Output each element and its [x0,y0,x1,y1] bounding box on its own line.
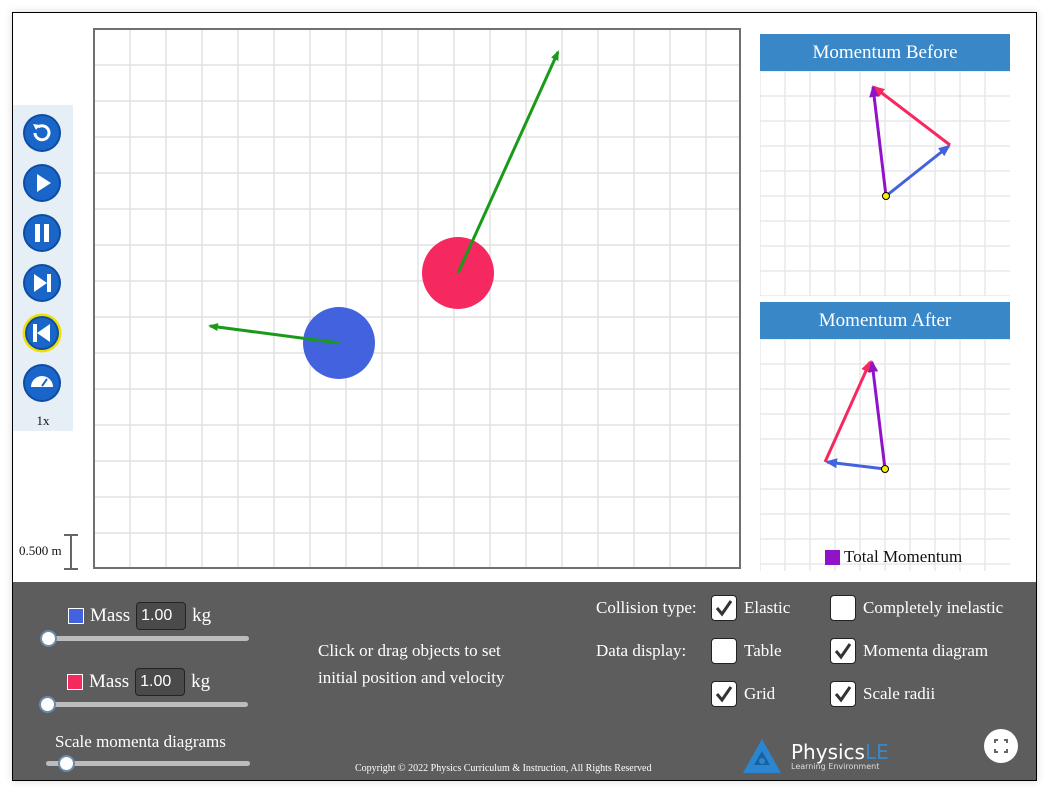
mass1-row: Mass kg [68,602,211,630]
mass2-slider[interactable] [39,696,248,713]
checkmark-icon [715,600,733,617]
simulation-svg [95,30,739,567]
main-grid [95,30,739,567]
after-red-momentum-arrow [823,360,872,463]
step-back-icon [22,313,62,353]
blue-swatch [68,608,84,624]
step-forward-icon [23,264,61,302]
before-total-momentum-arrow [869,85,888,197]
mass2-row: Mass kg [67,668,210,696]
elastic-checkbox[interactable] [711,595,737,621]
scale-momenta-slider-thumb[interactable] [58,755,75,772]
before-origin-dot [882,192,890,200]
logo-subtitle: Learning Environment [791,761,880,771]
scale-radii-checkbox[interactable] [830,681,856,707]
momentum-after-diagram: Momentum After [759,302,1010,571]
mass1-input[interactable] [136,602,187,630]
mass2-label: Mass [89,671,130,692]
table-label: Table [744,641,782,660]
instructions-line1: Click or drag objects to set [318,641,501,660]
momentum-after-title: Momentum After [760,302,1010,339]
after-total-momentum-arrow [868,360,887,470]
mass2-slider-thumb[interactable] [39,696,56,713]
play-icon [23,164,61,202]
logo-triangle-icon [743,739,781,773]
grid-checkbox[interactable] [711,681,737,707]
momentum-before-diagram: Momentum Before [759,34,1010,303]
control-panel: Mass kg Mass kg Scale momenta diagrams C… [13,582,1036,780]
physicsle-logo: PhysicsLE Learning Environment [741,737,889,775]
collision-type-label: Collision type: [596,598,697,617]
reset-icon [23,114,61,152]
mass1-unit: kg [192,605,212,626]
playback-controls: 1x [13,105,73,431]
checkmark-icon [834,686,852,703]
play-button[interactable] [22,163,62,203]
logo-text: PhysicsLE [791,742,889,762]
grid-label: Grid [744,684,776,703]
scale-momenta-slider[interactable] [46,755,250,772]
total-momentum-legend: Total Momentum [825,547,962,567]
scale-momenta-label: Scale momenta diagrams [55,732,226,751]
checkmark-icon [715,686,733,703]
scale-radii-label: Scale radii [863,684,936,703]
red-swatch [67,674,83,690]
logo-main-text: Physics [791,739,865,764]
total-momentum-swatch [825,549,840,565]
speedometer-icon [23,364,61,402]
mass1-slider[interactable] [40,630,249,647]
inelastic-label: Completely inelastic [863,598,1004,617]
mass2-input[interactable] [135,668,186,696]
mass1-label: Mass [90,605,131,626]
red-velocity-arrow[interactable] [456,50,560,274]
speed-label: 1x [36,413,50,428]
pause-button[interactable] [22,213,62,253]
momentum-after-plot [759,338,1010,571]
instructions-line2: initial position and velocity [318,668,505,687]
step-back-button[interactable] [22,313,62,353]
total-momentum-legend-label: Total Momentum [844,547,963,566]
step-forward-button[interactable] [22,263,62,303]
table-checkbox[interactable] [711,638,737,664]
data-display-label: Data display: [596,641,687,660]
scale-bar [64,534,78,570]
fullscreen-button[interactable] [984,729,1018,763]
after-grid [759,338,1010,571]
inelastic-checkbox[interactable] [830,595,856,621]
elastic-label: Elastic [744,598,791,617]
momentum-before-plot [759,70,1010,303]
momenta-diagram-label: Momenta diagram [863,641,989,660]
scale-label: 0.500 m [19,543,62,558]
pause-icon [23,214,61,252]
logo-accent-text: LE [864,739,889,764]
reset-button[interactable] [22,113,62,153]
fullscreen-icon [994,739,1008,753]
momenta-diagram-checkbox[interactable] [830,638,856,664]
mass1-slider-thumb[interactable] [40,630,57,647]
simulation-frame: 1x 0.500 m Momentum Before Momentum Afte… [12,12,1037,781]
after-origin-dot [881,465,889,473]
simulation-canvas[interactable] [93,28,741,569]
mass2-unit: kg [191,671,211,692]
instructions: Click or drag objects to set initial pos… [318,637,505,691]
speed-button[interactable] [22,363,62,403]
checkmark-icon [834,643,852,660]
copyright: Copyright © 2022 Physics Curriculum & In… [355,763,652,774]
momentum-before-title: Momentum Before [760,34,1010,71]
